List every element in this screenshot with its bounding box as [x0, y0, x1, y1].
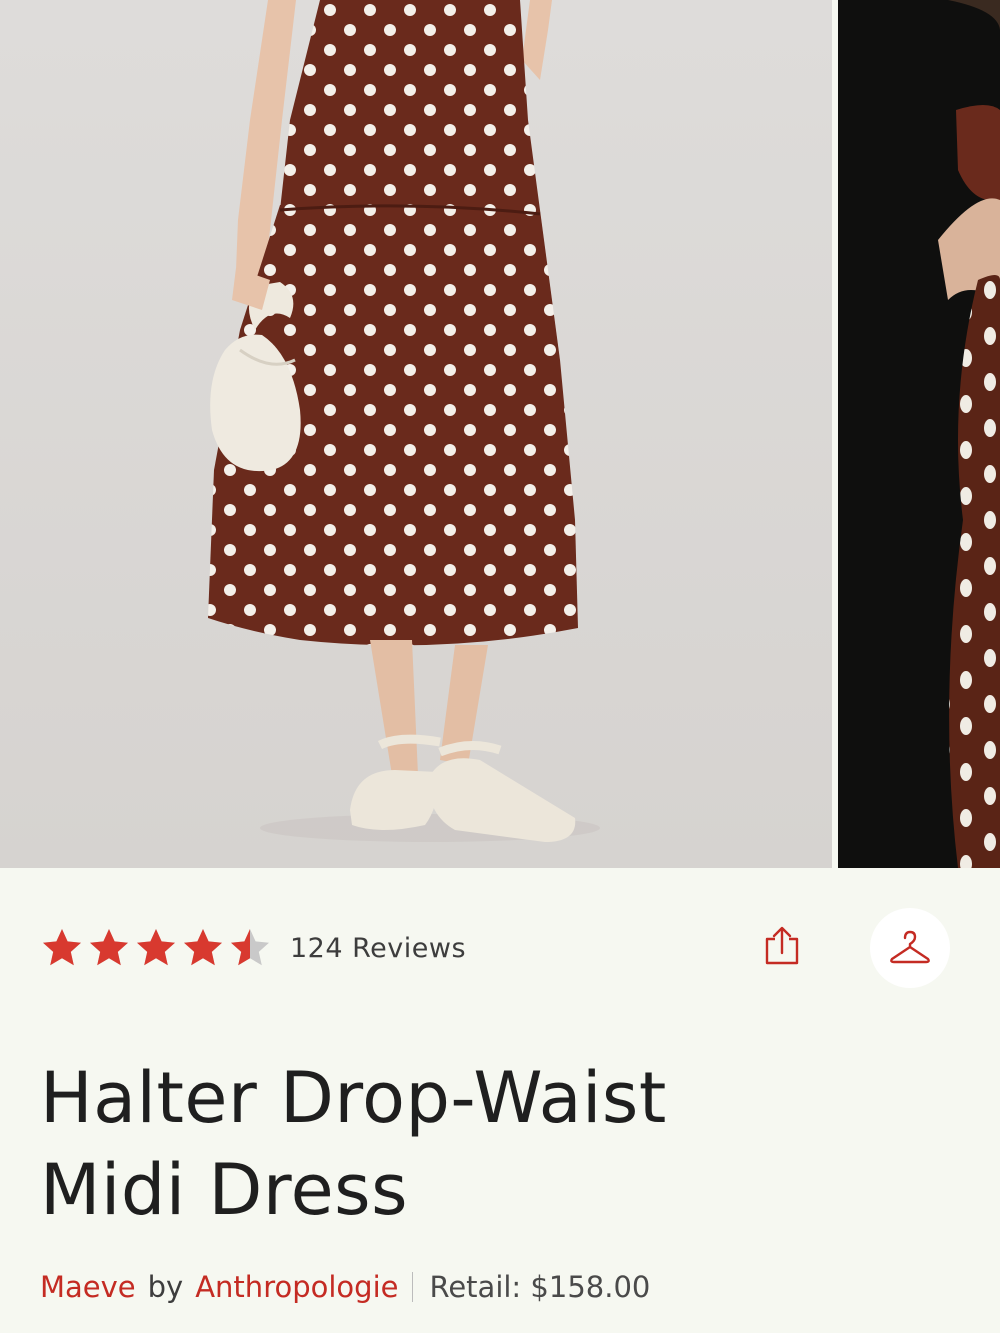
store-link[interactable]: Anthropologie	[195, 1270, 398, 1304]
product-photo-main[interactable]	[0, 0, 832, 868]
retail-price: Retail: $158.00	[429, 1270, 651, 1304]
brand-link[interactable]: Maeve	[40, 1270, 136, 1304]
star-full-icon	[43, 929, 81, 966]
reviews-count-link[interactable]: 124 Reviews	[290, 933, 466, 964]
product-image-gallery[interactable]	[0, 0, 1000, 868]
star-full-icon	[90, 929, 128, 966]
share-icon	[765, 926, 799, 965]
product-photo-next[interactable]	[838, 0, 1000, 868]
hanger-icon	[890, 930, 930, 964]
star-rating	[40, 926, 272, 970]
share-button[interactable]	[756, 922, 806, 972]
star-full-icon	[137, 929, 175, 966]
star-half-icon	[231, 929, 269, 966]
star-full-icon	[184, 929, 222, 966]
byline-divider	[412, 1272, 414, 1302]
product-title-line-2: Midi Dress	[40, 1149, 409, 1231]
by-label: by	[147, 1270, 184, 1304]
rating-summary[interactable]: 124 Reviews	[40, 926, 466, 970]
product-byline: Maeve by Anthropologie Retail: $158.00	[40, 1270, 650, 1304]
product-title-line-1: Halter Drop-Waist	[40, 1057, 667, 1139]
add-to-wishlist-button[interactable]	[870, 908, 950, 988]
product-title: Halter Drop-Waist Midi Dress	[40, 1052, 940, 1236]
